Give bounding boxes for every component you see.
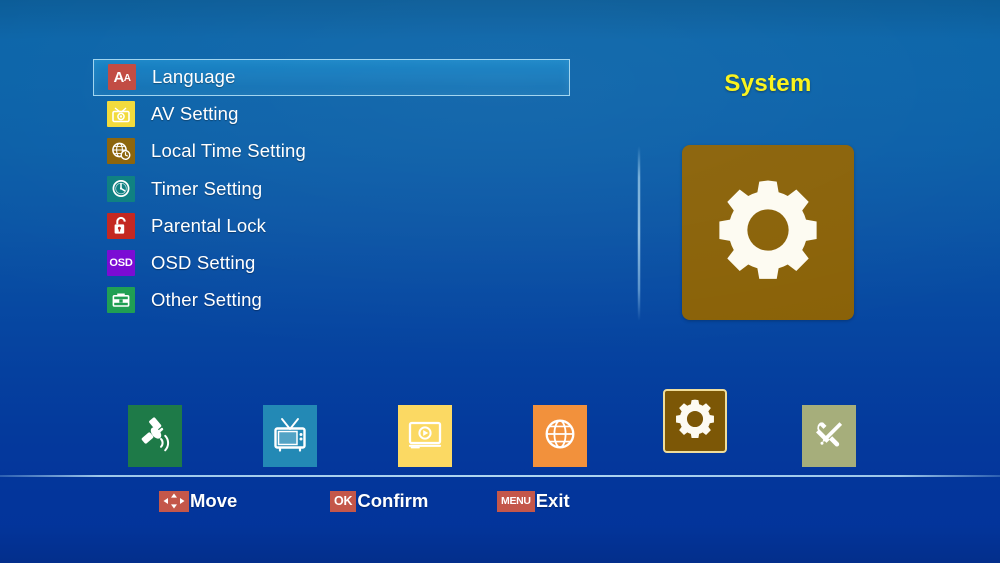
menu-item-label: OSD Setting — [151, 251, 256, 273]
category-item-media[interactable] — [398, 405, 452, 467]
menu-item-other-setting[interactable]: Other Setting — [93, 282, 570, 319]
menu-item-local-time-setting[interactable]: Local Time Setting — [93, 133, 570, 170]
briefcase-icon — [107, 286, 135, 313]
menu-item-av-setting[interactable]: AV Setting — [93, 96, 570, 133]
media-player-icon — [405, 414, 445, 459]
category-item-network[interactable] — [533, 405, 587, 467]
footer-separator — [0, 475, 1000, 477]
osd-text-icon: OSD — [107, 249, 135, 276]
globe-icon — [540, 414, 580, 459]
settings-screen: AA Language AV Setting Local Time Settin… — [0, 0, 1000, 563]
hint-exit: MENU Exit — [497, 487, 570, 515]
open-padlock-icon — [107, 212, 135, 239]
menu-item-timer-setting[interactable]: Timer Setting — [93, 170, 570, 207]
gear-icon — [709, 171, 827, 294]
menu-item-label: AV Setting — [151, 103, 239, 125]
satellite-dish-icon — [135, 414, 175, 459]
hint-label: Exit — [535, 490, 570, 511]
menu-item-label: Local Time Setting — [151, 140, 306, 162]
category-item-tools[interactable] — [802, 405, 856, 467]
menu-item-label: Parental Lock — [151, 214, 267, 236]
menu-item-label: Other Setting — [151, 288, 262, 310]
page-title: System — [724, 70, 812, 97]
hint-move: Move — [159, 487, 237, 515]
category-icon-bar — [0, 389, 1000, 475]
menu-item-parental-lock[interactable]: Parental Lock — [93, 207, 570, 244]
ok-key-badge: OK — [330, 490, 357, 512]
globe-clock-icon — [107, 138, 135, 165]
tv-icon — [270, 414, 310, 459]
menu-item-osd-setting[interactable]: OSD OSD Setting — [93, 244, 570, 281]
menu-item-language[interactable]: AA Language — [93, 59, 570, 96]
clock-icon — [107, 175, 135, 202]
menu-key-badge: MENU — [497, 490, 535, 512]
panel-divider — [638, 146, 640, 321]
menu-item-label: Timer Setting — [151, 177, 263, 199]
tv-camera-icon — [107, 101, 135, 128]
hint-label: Move — [190, 490, 238, 511]
category-item-installation[interactable] — [128, 405, 182, 467]
system-settings-menu: AA Language AV Setting Local Time Settin… — [93, 59, 570, 319]
tools-icon — [809, 414, 849, 459]
dpad-icon — [159, 490, 189, 512]
letters-aa-icon: AA — [108, 64, 136, 91]
footer-hints: Move OK Confirm MENU Exit — [0, 487, 1000, 523]
category-item-channel[interactable] — [263, 405, 317, 467]
category-item-system[interactable] — [663, 389, 727, 453]
gear-icon — [672, 396, 718, 447]
system-panel-tile — [682, 145, 854, 320]
hint-confirm: OK Confirm — [330, 487, 428, 515]
menu-item-label: Language — [152, 66, 236, 88]
hint-label: Confirm — [357, 490, 429, 511]
